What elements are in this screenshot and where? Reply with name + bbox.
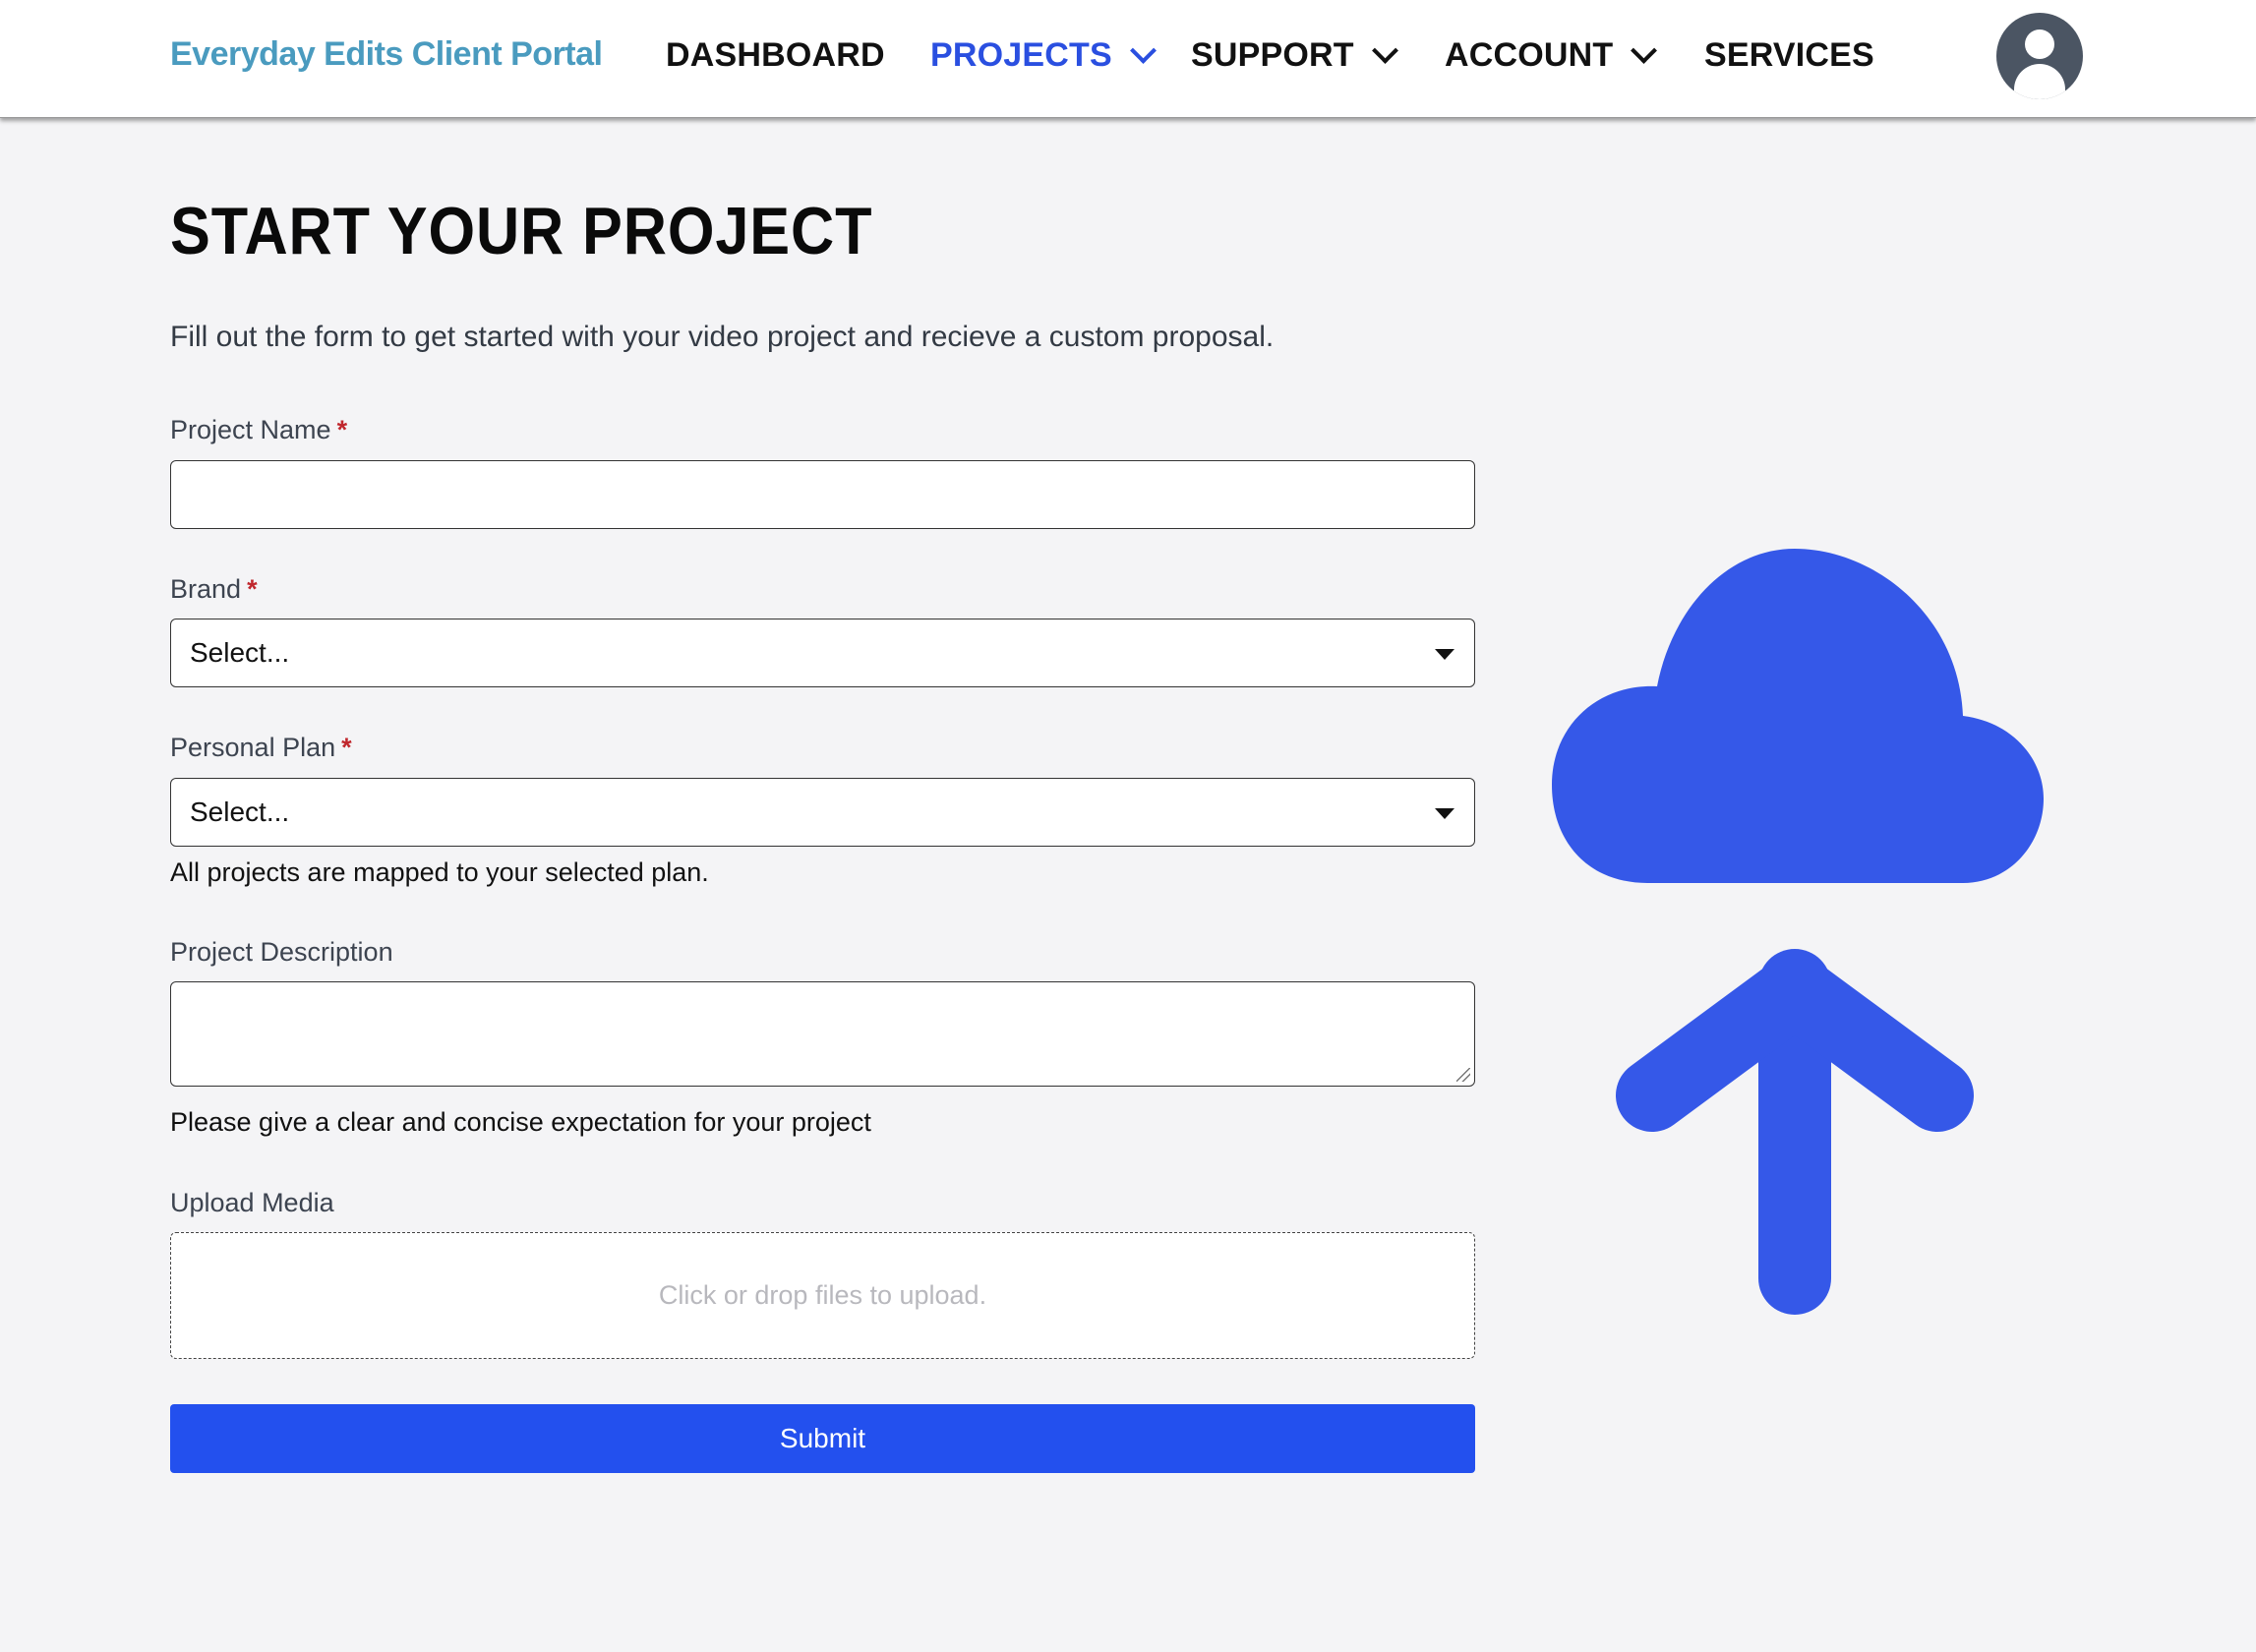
project-description-textarea[interactable] <box>170 981 1475 1087</box>
avatar-head <box>2025 30 2054 59</box>
nav-projects[interactable]: PROJECTS <box>930 36 1157 75</box>
required-marker: * <box>247 574 258 604</box>
cloud-shape <box>1552 549 2044 883</box>
upload-media-label: Upload Media <box>170 1188 334 1217</box>
user-avatar-icon[interactable] <box>1996 13 2083 99</box>
personal-plan-select[interactable]: Select... <box>170 778 1475 847</box>
chevron-down-icon <box>1371 37 1398 64</box>
up-arrow-shape <box>1616 949 1974 1315</box>
personal-plan-select-value: Select... <box>190 796 290 827</box>
brand-select-value: Select... <box>190 637 290 668</box>
top-navbar: Everyday Edits Client Portal DASHBOARD P… <box>0 0 2256 118</box>
brand-label: Brand * <box>170 574 258 605</box>
project-description-label: Project Description <box>170 937 393 967</box>
personal-plan-label-text: Personal Plan <box>170 733 336 762</box>
nav-projects-label: PROJECTS <box>930 36 1112 74</box>
required-marker: * <box>341 733 352 762</box>
nav-services-label: SERVICES <box>1704 36 1874 74</box>
project-name-label-text: Project Name <box>170 415 331 444</box>
nav-services[interactable]: SERVICES <box>1704 36 1874 75</box>
chevron-down-icon <box>1129 37 1157 64</box>
upload-dropzone[interactable]: Click or drop files to upload. <box>170 1232 1475 1359</box>
project-name-input[interactable] <box>170 460 1475 529</box>
caret-down-icon <box>1435 649 1455 660</box>
avatar-body <box>2014 64 2065 99</box>
nav-support[interactable]: SUPPORT <box>1191 36 1398 75</box>
caret-down-icon <box>1435 808 1455 819</box>
nav-account[interactable]: ACCOUNT <box>1445 36 1658 75</box>
brand-label-text: Brand <box>170 574 242 604</box>
required-marker: * <box>336 415 348 444</box>
resize-handle-icon[interactable] <box>1456 1068 1470 1082</box>
submit-button[interactable]: Submit <box>170 1404 1475 1473</box>
nav-dashboard[interactable]: DASHBOARD <box>666 36 885 75</box>
page-title: START YOUR PROJECT <box>170 194 873 268</box>
project-description-help: Please give a clear and concise expectat… <box>170 1107 871 1137</box>
nav-account-label: ACCOUNT <box>1445 36 1614 74</box>
chevron-down-icon <box>1631 37 1658 64</box>
page-intro: Fill out the form to get started with yo… <box>170 321 1275 353</box>
cloud-upload-icon <box>1552 549 2044 1315</box>
nav-dashboard-label: DASHBOARD <box>666 36 885 74</box>
personal-plan-help: All projects are mapped to your selected… <box>170 857 709 887</box>
personal-plan-label: Personal Plan * <box>170 733 352 763</box>
upload-placeholder: Click or drop files to upload. <box>658 1280 987 1310</box>
nav-support-label: SUPPORT <box>1191 36 1354 74</box>
brand-select[interactable]: Select... <box>170 619 1475 687</box>
project-name-label: Project Name * <box>170 415 347 445</box>
brand-link[interactable]: Everyday Edits Client Portal <box>170 35 603 74</box>
